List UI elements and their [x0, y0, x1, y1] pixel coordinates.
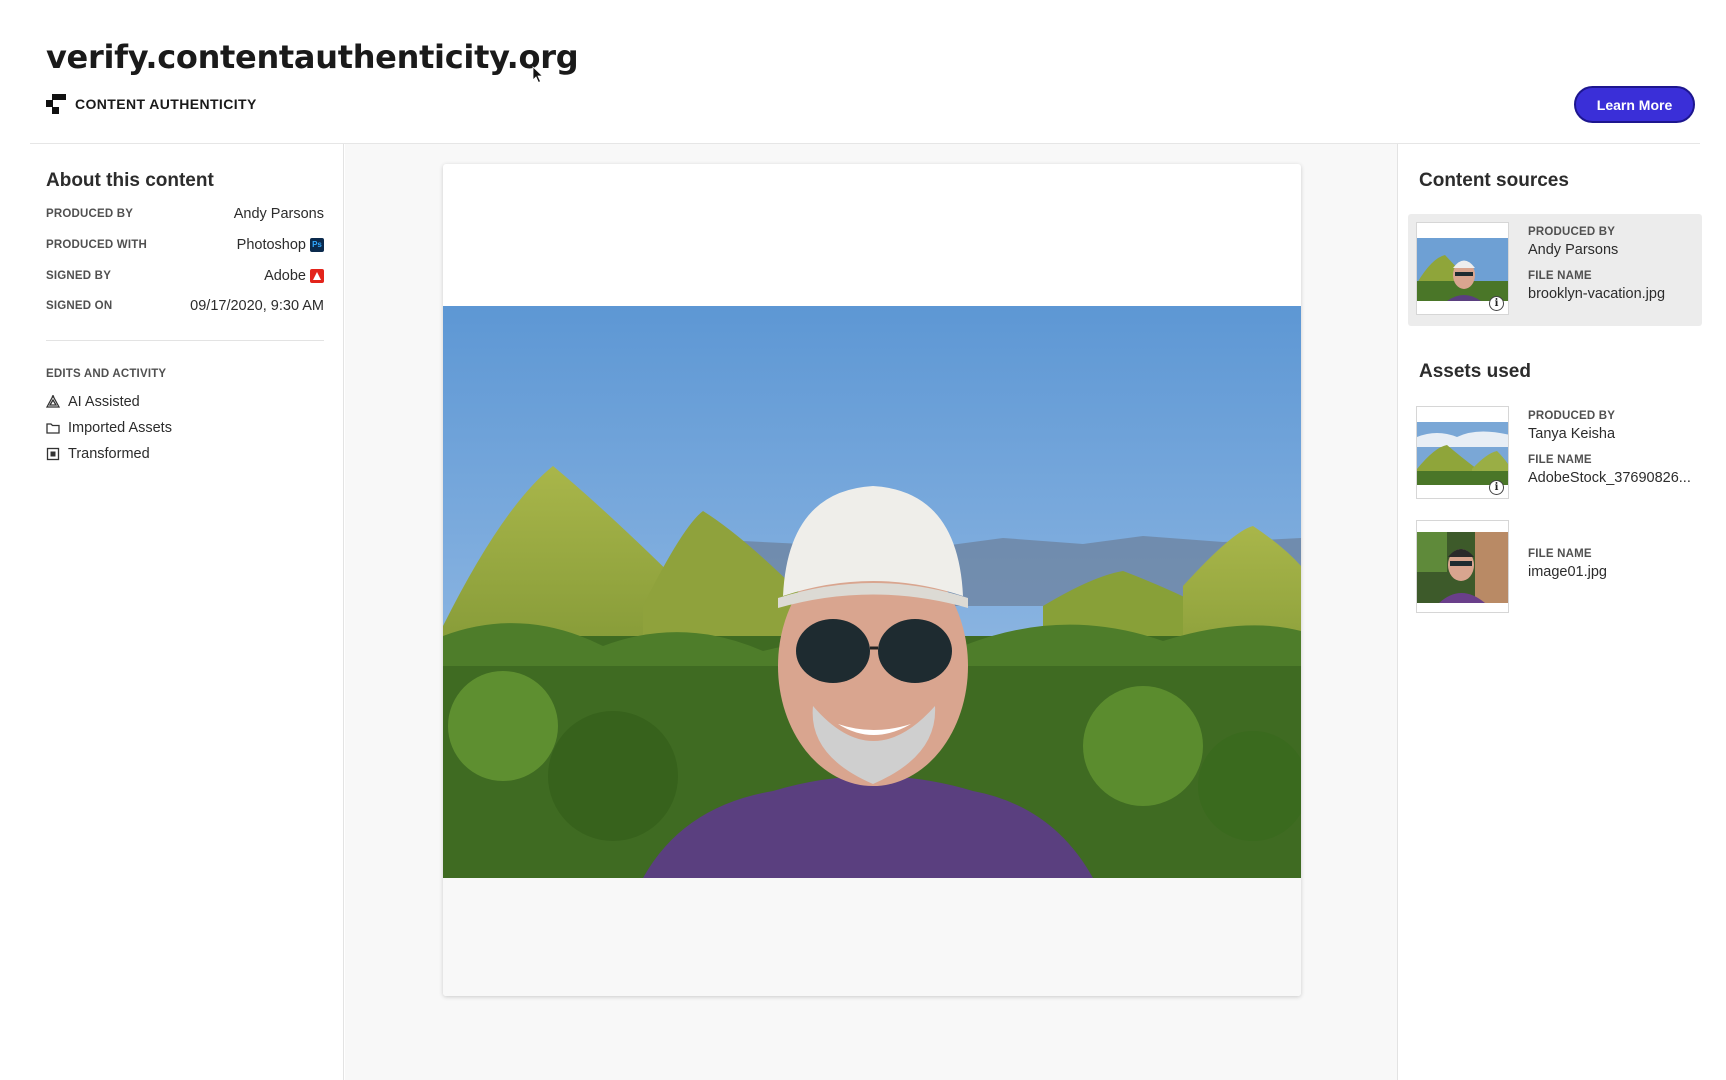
produced-by-row: PRODUCED BY Andy Parsons: [46, 206, 324, 222]
preview-area: [345, 144, 1397, 1080]
image-card: [443, 164, 1301, 996]
page-url[interactable]: verify.contentauthenticity.org: [46, 38, 579, 76]
thumbnail-image: [1417, 521, 1508, 612]
produced-with-row: PRODUCED WITH Photoshop Ps: [46, 237, 324, 253]
source-meta: PRODUCED BY Andy Parsons FILE NAME brook…: [1528, 226, 1665, 302]
signed-by-label: SIGNED BY: [46, 270, 112, 282]
file-name-value: brooklyn-vacation.jpg: [1528, 286, 1666, 302]
edit-item-transformed[interactable]: Transformed: [46, 446, 150, 462]
asset-item[interactable]: FILE NAME image01.jpg: [1408, 520, 1702, 620]
signed-by-value: Adobe: [264, 268, 324, 284]
content-sources-title: Content sources: [1419, 170, 1569, 191]
info-icon[interactable]: i: [1489, 296, 1504, 311]
produced-with-value: Photoshop Ps: [237, 237, 324, 253]
info-icon[interactable]: i: [1489, 480, 1504, 495]
content-authenticity-logo-icon: [46, 94, 66, 114]
about-title: About this content: [46, 170, 214, 191]
asset-meta: PRODUCED BY Tanya Keisha FILE NAME Adobe…: [1528, 410, 1691, 486]
file-name-label: FILE NAME: [1528, 548, 1592, 560]
produced-by-value: Tanya Keisha: [1528, 426, 1616, 442]
file-name-value: AdobeStock_37690826...: [1528, 470, 1691, 486]
produced-by-label: PRODUCED BY: [1528, 410, 1616, 422]
file-name-label: FILE NAME: [1528, 270, 1592, 282]
signed-by-text: Adobe: [264, 268, 306, 284]
source-thumbnail[interactable]: i: [1416, 222, 1509, 315]
assets-used-title: Assets used: [1419, 361, 1531, 382]
learn-more-button[interactable]: Learn More: [1574, 86, 1695, 123]
signed-by-row: SIGNED BY Adobe: [46, 268, 324, 284]
card-footer: [443, 878, 1301, 996]
edits-title: EDITS AND ACTIVITY: [46, 368, 167, 380]
source-item[interactable]: i PRODUCED BY Andy Parsons FILE NAME bro…: [1408, 214, 1702, 326]
folder-icon: [46, 423, 60, 434]
photoshop-icon: Ps: [310, 238, 324, 252]
content-image[interactable]: [443, 306, 1301, 878]
asset-item[interactable]: i PRODUCED BY Tanya Keisha FILE NAME Ado…: [1408, 406, 1702, 506]
asset-meta: FILE NAME image01.jpg: [1528, 548, 1607, 580]
edit-item-label: Transformed: [68, 446, 150, 462]
asset-thumbnail[interactable]: [1416, 520, 1509, 613]
sources-panel: Content sources i PRODUCED BY Andy Parso…: [1397, 144, 1726, 1080]
file-name-value: image01.jpg: [1528, 564, 1607, 580]
file-name-label: FILE NAME: [1528, 454, 1592, 466]
asset-thumbnail[interactable]: i: [1416, 406, 1509, 499]
produced-by-label: PRODUCED BY: [46, 208, 134, 220]
signed-on-row: SIGNED ON 09/17/2020, 9:30 AM: [46, 298, 324, 314]
brand[interactable]: CONTENT AUTHENTICITY: [46, 94, 257, 114]
site-header: verify.contentauthenticity.org CONTENT A…: [0, 0, 1726, 145]
edit-item-label: AI Assisted: [68, 394, 140, 410]
produced-by-label: PRODUCED BY: [1528, 226, 1616, 238]
produced-by-value: Andy Parsons: [233, 206, 324, 222]
produced-with-text: Photoshop: [236, 237, 306, 253]
transform-icon: [46, 447, 60, 461]
produced-with-label: PRODUCED WITH: [46, 239, 147, 251]
mouse-cursor-icon: [532, 66, 544, 84]
signed-on-value: 09/17/2020, 9:30 AM: [190, 298, 324, 314]
signed-on-label: SIGNED ON: [46, 300, 113, 312]
ai-assisted-icon: [46, 395, 60, 408]
edit-item-imported-assets[interactable]: Imported Assets: [46, 420, 172, 436]
edit-item-ai-assisted[interactable]: AI Assisted: [46, 394, 140, 410]
edit-item-label: Imported Assets: [68, 420, 172, 436]
produced-by-value: Andy Parsons: [1528, 242, 1619, 258]
adobe-icon: [310, 269, 324, 283]
about-panel: About this content PRODUCED BY Andy Pars…: [0, 144, 344, 1080]
section-divider: [46, 340, 324, 341]
brand-name: CONTENT AUTHENTICITY: [75, 96, 257, 112]
